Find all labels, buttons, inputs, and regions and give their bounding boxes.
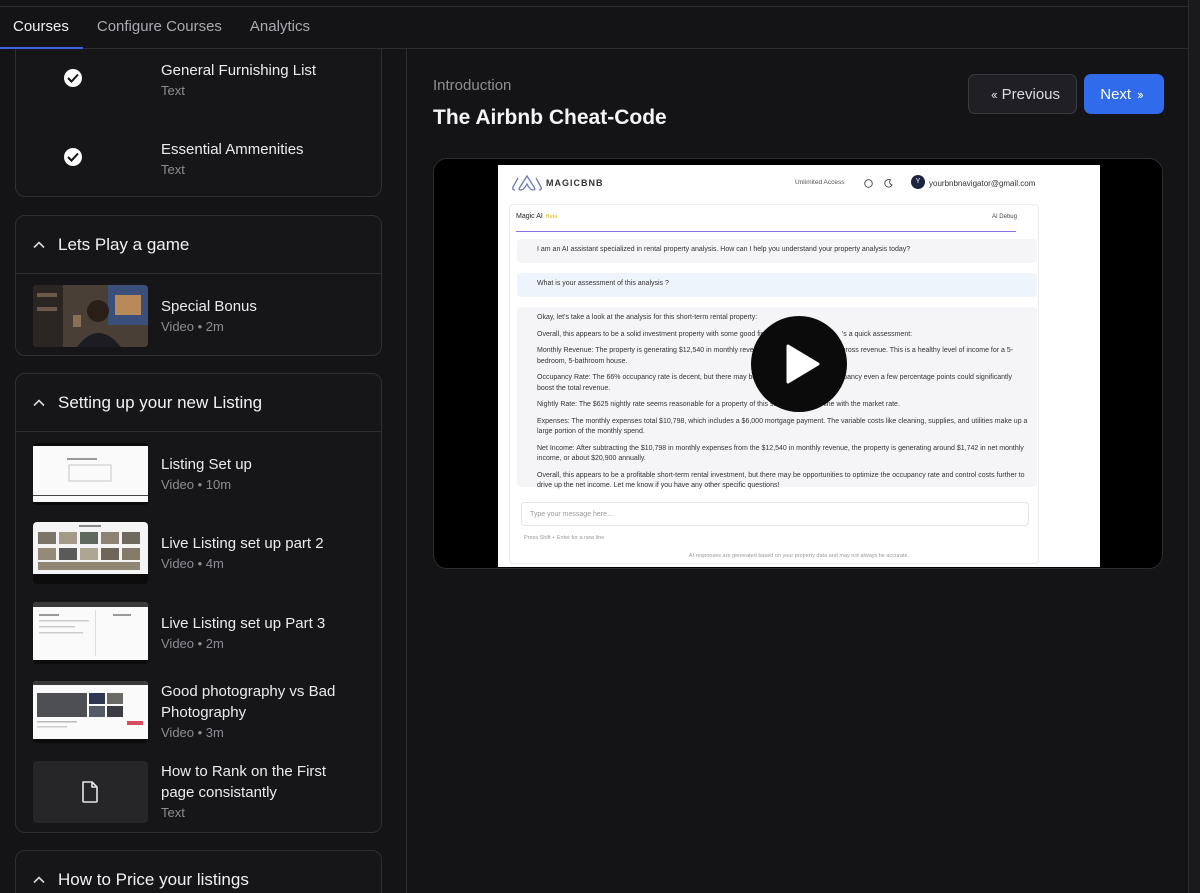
chevron-up-icon	[33, 398, 45, 406]
section-header[interactable]: Setting up your new Listing	[16, 374, 381, 432]
video-thumbnail	[33, 522, 148, 584]
avatar: Y	[911, 175, 925, 189]
play-icon	[786, 344, 820, 384]
video-thumbnail	[33, 285, 148, 347]
text-lesson-thumbnail	[33, 761, 148, 823]
help-icon	[864, 179, 873, 188]
play-button[interactable]	[751, 316, 847, 412]
previous-label: Previous	[1001, 85, 1061, 103]
lesson-meta: Video • 4m	[161, 556, 224, 571]
course-sidebar: General Furnishing List Text Essential A…	[0, 49, 407, 893]
double-chevron-right-icon: ››	[1137, 86, 1144, 102]
lesson-title: Listing Set up	[161, 456, 252, 473]
previous-button[interactable]: ‹‹ Previous	[968, 74, 1077, 114]
frame-header: MAGICBNB Unlimited Access Y yourbnbnavig…	[498, 165, 1100, 201]
input-hint: Press Shift + Enter for a new line	[524, 535, 605, 541]
lesson-item[interactable]: Essential Ammenities Text	[33, 138, 373, 200]
lesson-meta: Text	[161, 805, 185, 820]
lesson-title: Good photography vs Bad Photography	[161, 683, 336, 721]
section-header[interactable]: How to Price your listings	[16, 851, 381, 893]
video-thumbnail	[33, 443, 148, 505]
panel-title: Magic AI Beta	[516, 213, 558, 220]
lesson-title: Special Bonus	[161, 298, 257, 315]
tab-analytics[interactable]: Analytics	[236, 7, 324, 48]
lesson-title-heading: The Airbnb Cheat-Code	[433, 106, 667, 129]
ai-debug-label: AI Debug	[991, 214, 1017, 220]
lesson-title: General Furnishing List	[161, 62, 317, 79]
chevron-up-icon	[33, 875, 45, 883]
next-button[interactable]: Next ››	[1084, 74, 1164, 114]
lesson-title: How to Rank on the First page consistant…	[161, 763, 327, 801]
lesson-item[interactable]: General Furnishing List Text	[33, 59, 373, 121]
tab-courses[interactable]: Courses	[0, 7, 83, 49]
panel-divider	[516, 231, 1016, 232]
lesson-meta: Video • 10m	[161, 477, 232, 492]
video-thumbnail	[33, 681, 148, 743]
lesson-meta: Text	[161, 162, 185, 177]
message-input: Type your message here...	[521, 502, 1029, 526]
lesson-title: Essential Ammenities	[161, 141, 304, 158]
section-title: How to Price your listings	[58, 869, 249, 889]
section-header[interactable]: Lets Play a game	[16, 216, 381, 274]
section-title: Lets Play a game	[58, 234, 190, 254]
lesson-item[interactable]: How to Rank on the First page consistant…	[33, 761, 373, 823]
top-tabs: Courses Configure Courses Analytics	[0, 7, 1188, 49]
tab-configure-courses[interactable]: Configure Courses	[83, 7, 236, 48]
section-title: Setting up your new Listing	[58, 392, 263, 412]
beta-badge: Beta	[545, 214, 558, 220]
section-card-pricing: How to Price your listings	[15, 850, 382, 893]
unlimited-access-label: Unlimited Access	[795, 179, 845, 186]
account-email: yourbnbnavigator@gmail.com	[929, 179, 1036, 188]
lesson-item[interactable]: Listing Set up Video • 10m	[33, 443, 373, 505]
lesson-item[interactable]: Good photography vs Bad Photography Vide…	[33, 681, 373, 743]
lesson-item[interactable]: Special Bonus Video • 2m	[33, 285, 373, 347]
lesson-meta: Video • 3m	[161, 725, 224, 740]
video-thumbnail	[33, 602, 148, 664]
module-name: Introduction	[433, 77, 512, 94]
double-chevron-left-icon: ‹‹	[990, 86, 998, 102]
lesson-meta: Text	[161, 83, 185, 98]
next-label: Next	[1100, 85, 1132, 103]
lesson-title: Live Listing set up part 2	[161, 535, 324, 552]
magicbnb-logo-icon	[512, 175, 542, 191]
user-message: What is your assessment of this analysis…	[517, 273, 1037, 297]
section-card-previous: General Furnishing List Text Essential A…	[15, 49, 382, 197]
lesson-item[interactable]: Live Listing set up part 2 Video • 4m	[33, 522, 373, 584]
moon-icon	[884, 179, 893, 188]
lesson-title: Live Listing set up Part 3	[161, 615, 326, 632]
assistant-message: I am an AI assistant specialized in rent…	[517, 239, 1037, 263]
brand-name: MAGICBNB	[546, 178, 604, 188]
lesson-item[interactable]: Live Listing set up Part 3 Video • 2m	[33, 602, 373, 664]
section-card-lets-play: Lets Play a game Special Bonus Video • 2…	[15, 215, 382, 356]
video-player[interactable]: MAGICBNB Unlimited Access Y yourbnbnavig…	[433, 158, 1163, 569]
ai-disclaimer: AI responses are generated based on your…	[688, 553, 910, 559]
chevron-up-icon	[33, 240, 45, 248]
section-card-setting-up: Setting up your new Listing Listing Set …	[15, 373, 382, 833]
lesson-meta: Video • 2m	[161, 636, 224, 651]
scrollbar-track[interactable]	[1188, 0, 1200, 893]
lesson-meta: Video • 2m	[161, 319, 224, 334]
document-icon	[82, 781, 98, 803]
